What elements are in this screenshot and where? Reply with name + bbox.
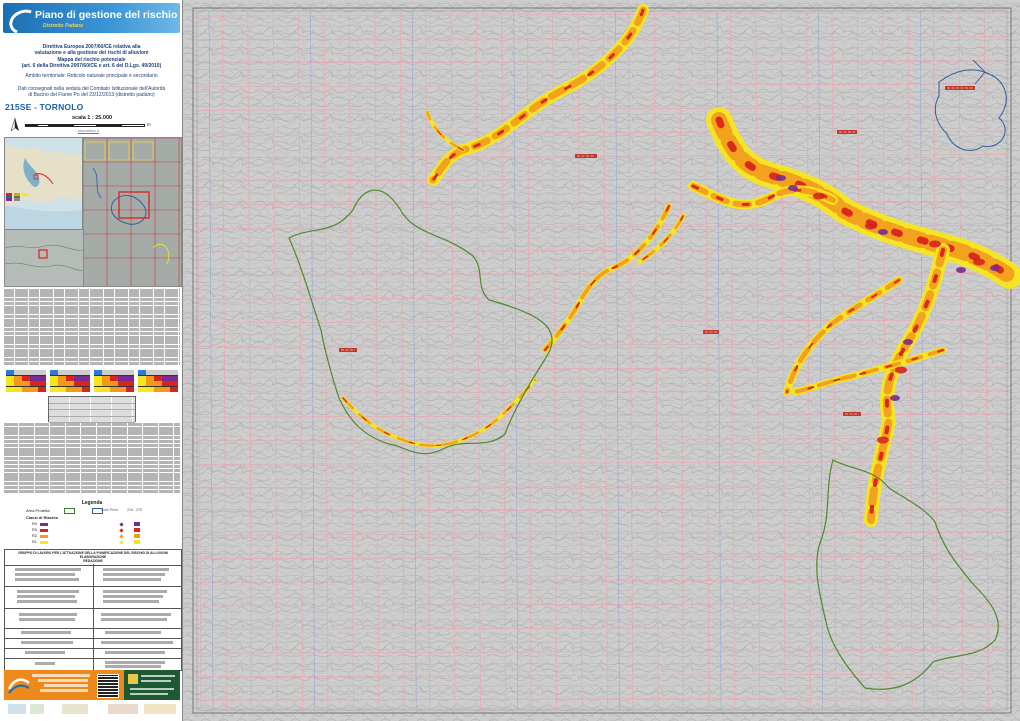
ambito-text: Ambito territoriale: Reticolo naturale p… [25, 73, 158, 79]
risk-zone-r4 [956, 267, 966, 273]
legend-zone-label: Zone Prive [101, 508, 118, 512]
r2-point-icon [119, 534, 124, 539]
risk-zone-r3 [813, 192, 825, 200]
credits-row [5, 608, 181, 629]
footer-logos [4, 670, 180, 718]
logo-icon [8, 704, 26, 714]
risk-zone-r3 [865, 222, 877, 230]
risk-zone-r4 [776, 175, 786, 181]
zone-swatch [92, 508, 103, 514]
emblem-icon [128, 674, 138, 684]
header-banner: Piano di gestione del rischio di alluvio… [3, 3, 182, 39]
inset-legend-row [6, 198, 82, 201]
inset-legend [6, 193, 82, 201]
additional-notes [4, 423, 180, 498]
r3-point-icon [119, 528, 124, 533]
legend-row-r2: R2 [32, 534, 48, 538]
scale-unit: m [147, 122, 151, 127]
legend-r1-label: R1 [32, 540, 37, 544]
institution-logos [4, 701, 180, 717]
risk-matrices [6, 370, 178, 392]
sheet-locator-map [82, 137, 182, 287]
credits-row [5, 658, 181, 670]
legend-tile-label: 215 - 27E [127, 508, 143, 512]
north-arrow-icon [10, 118, 19, 132]
logo-icon [108, 704, 138, 714]
risk-zone-r4 [903, 339, 913, 345]
dati-block: Dati consegnati nella seduta del Comitat… [4, 86, 179, 99]
map-legend: Legenda Area Protetta Zone Prive 215 - 2… [4, 500, 180, 548]
logo-icon [30, 704, 44, 714]
reference-table [48, 396, 136, 423]
dati-line-2: di Bacino del Fiume Po del 23/12/2013 (d… [28, 92, 155, 99]
legend-r4-label: R4 [32, 522, 37, 526]
risk-zone-r3 [973, 258, 985, 266]
sheet-title: 215SE - TORNOLO [5, 102, 84, 112]
r4-line-swatch [134, 522, 140, 526]
r1-point-icon [119, 540, 124, 545]
explanatory-notes [4, 289, 180, 367]
directive-line-4: (art. 6 della Direttiva 2007/60/CE e art… [21, 62, 162, 69]
r4-swatch [39, 522, 48, 526]
logo-icon [62, 704, 88, 714]
legend-classes-title: Classi di Rischio [26, 515, 59, 520]
scale-bar [25, 124, 145, 127]
legend-title: Legenda [81, 500, 103, 506]
r3-swatch [39, 528, 48, 532]
legend-row-r1: R1 [32, 540, 48, 544]
logo-icon [144, 704, 176, 714]
legend-r2-label: R2 [32, 534, 37, 538]
legend-row-r4: R4 [32, 522, 48, 526]
r2-line-swatch [134, 534, 140, 538]
credits-heading-line3: REDAZIONE [83, 559, 103, 563]
wave-logo-icon [8, 678, 30, 694]
regional-inset-map [4, 137, 84, 231]
italy-overview-map [4, 229, 84, 287]
credits-row [5, 586, 181, 609]
locator-graphic [83, 138, 181, 286]
risk-zone-r3 [895, 366, 907, 374]
r2-swatch [39, 534, 48, 538]
risk-zone-r3 [929, 240, 941, 248]
risk-matrix [94, 370, 134, 392]
header-title: Piano di gestione del rischio di alluvio… [35, 9, 182, 21]
credits-table: GRUPPO DI LAVORO PER L'ATTUAZIONE DELLA … [4, 549, 182, 671]
r1-line-swatch [134, 540, 140, 544]
risk-matrix [138, 370, 178, 392]
qr-code-icon [97, 674, 119, 698]
r1-swatch [39, 540, 48, 544]
scale-label: scala 1 : 25.000 [72, 115, 113, 121]
r3-line-swatch [134, 528, 140, 532]
risk-zone-r3 [877, 436, 889, 444]
overview-graphic [5, 230, 83, 286]
risk-zone-r4 [878, 229, 888, 235]
risk-matrix [6, 370, 46, 392]
directive-block: Direttiva Europea 2007/60/CE relativa al… [4, 44, 179, 69]
legend-r3-label: R3 [32, 528, 37, 532]
website-link[interactable]: www.adbpo.it [78, 129, 99, 133]
map-sidebar: Piano di gestione del rischio di alluvio… [0, 0, 183, 721]
partner-logo-green [124, 670, 180, 700]
header-subtitle: Distretto Padano [43, 23, 84, 29]
legend-area-protetta: Area Protetta [26, 508, 50, 513]
partner-logo-orange [4, 670, 124, 700]
risk-zone-r4 [788, 185, 798, 191]
regional-inset-graphic [5, 138, 83, 230]
risk-zone-r4 [890, 395, 900, 401]
credits-row [5, 564, 181, 587]
map-viewport[interactable] [183, 0, 1020, 721]
area-protetta-swatch [64, 508, 75, 514]
risk-map[interactable] [183, 0, 1020, 721]
r4-point-icon [119, 522, 124, 527]
risk-zone-r4 [990, 265, 1000, 271]
risk-matrix [50, 370, 90, 392]
legend-row-r3: R3 [32, 528, 48, 532]
